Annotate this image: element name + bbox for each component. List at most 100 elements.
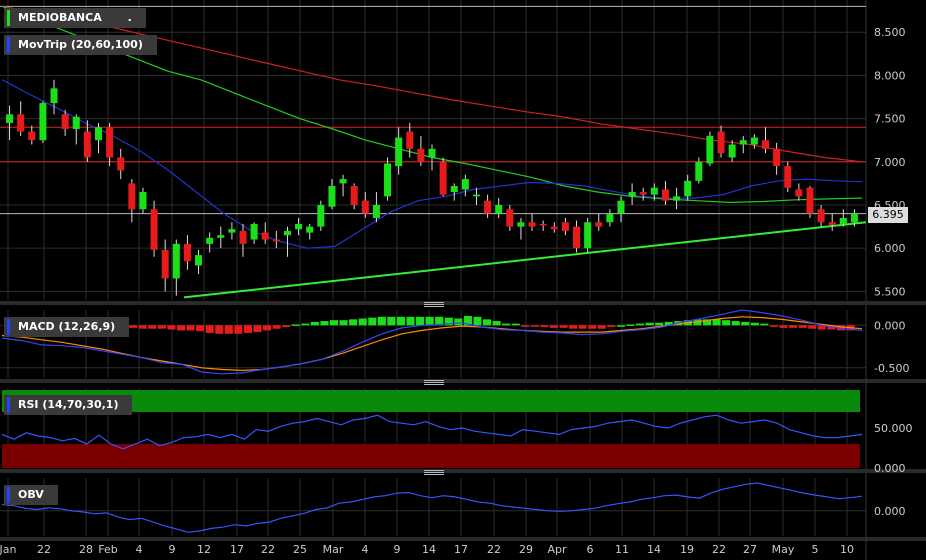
panel-title-macd[interactable]: MACD (12,26,9)	[4, 317, 130, 337]
candle-body	[117, 157, 125, 171]
candle-body	[495, 204, 503, 214]
x-tick-label: 27	[743, 543, 757, 556]
macd-histogram-bar	[559, 325, 568, 328]
macd-histogram-bar	[769, 325, 778, 327]
candle-body	[484, 200, 492, 214]
candle-body	[595, 222, 603, 227]
x-tick-label: 14	[647, 543, 661, 556]
macd-histogram-bar	[253, 325, 262, 333]
macd-histogram-bar	[310, 321, 319, 326]
candle-body	[128, 183, 136, 210]
macd-histogram-bar	[186, 325, 195, 331]
candle-body	[406, 131, 414, 149]
candle-body	[28, 131, 36, 141]
macd-histogram-bar	[167, 325, 176, 330]
candle-body	[195, 255, 203, 266]
candle-body	[606, 213, 614, 223]
candle-body	[94, 127, 102, 141]
y-tick-label: 0.000	[874, 505, 906, 518]
macd-histogram-bar	[636, 323, 645, 326]
candle-body	[617, 200, 625, 214]
macd-histogram-bar	[741, 321, 750, 326]
candle-body	[150, 209, 158, 250]
macd-histogram-bar	[301, 323, 310, 326]
candle-body	[172, 243, 180, 279]
x-tick-label: 22	[261, 543, 275, 556]
candle-body	[817, 209, 825, 223]
macd-histogram-bar	[549, 325, 559, 328]
candle-body	[728, 144, 736, 158]
macd-histogram-bar	[416, 316, 425, 326]
panel-resize-handle[interactable]	[424, 380, 444, 386]
candle-body	[795, 189, 803, 197]
macd-histogram-bar	[712, 319, 721, 326]
candle-body	[506, 209, 514, 227]
x-tick-label: 12	[197, 543, 211, 556]
candle-body	[250, 223, 258, 240]
x-tick-label: 4	[362, 543, 369, 556]
macd-histogram-bar	[329, 320, 339, 326]
candle-body	[6, 114, 14, 123]
macd-histogram-bar	[263, 325, 272, 331]
candle-body	[850, 213, 858, 223]
candle-body	[784, 166, 792, 188]
macd-histogram-bar	[349, 319, 358, 326]
overlay-label-movtrip[interactable]: MovTrip (20,60,100)	[4, 35, 157, 55]
x-tick-label: 25	[293, 543, 307, 556]
macd-histogram-bar	[655, 322, 664, 326]
macd-histogram-bar	[578, 325, 587, 329]
panel-resize-handle[interactable]	[424, 470, 444, 476]
macd-histogram-bar	[148, 325, 157, 329]
macd-histogram-bar	[616, 325, 625, 327]
macd-histogram-bar	[157, 325, 166, 329]
macd-histogram-bar	[425, 316, 434, 326]
macd-histogram-bar	[645, 322, 654, 326]
candle-body	[139, 192, 147, 210]
macd-histogram-bar	[291, 324, 300, 326]
candle-body	[283, 230, 291, 236]
macd-histogram-bar	[129, 325, 138, 328]
macd-histogram-bar	[483, 319, 492, 326]
candle-body	[461, 179, 469, 190]
macd-histogram-bar	[224, 325, 233, 334]
panel-separator	[0, 537, 926, 541]
candle-body	[228, 229, 236, 233]
candle-body	[372, 204, 380, 218]
candle-body	[773, 148, 781, 167]
macd-histogram-bar	[377, 316, 386, 326]
candle-body	[161, 249, 169, 279]
candle-body	[328, 185, 336, 207]
panel-separator	[0, 301, 926, 305]
candle-body	[306, 226, 314, 233]
macd-histogram-bar	[597, 325, 606, 329]
macd-histogram-bar	[234, 325, 243, 334]
macd-histogram-bar	[731, 321, 740, 326]
x-tick-label: Apr	[547, 543, 567, 556]
x-tick-label: 9	[169, 543, 176, 556]
candle-body	[350, 185, 358, 205]
y-tick-label: 7.000	[874, 156, 906, 169]
macd-histogram-bar	[750, 322, 759, 326]
y-tick-label: 50.000	[874, 422, 913, 435]
x-tick-label: 9	[394, 543, 401, 556]
macd-histogram-bar	[272, 325, 281, 329]
panel-title-price[interactable]: MEDIOBANCA .	[4, 8, 146, 28]
candle-body	[472, 194, 480, 197]
stock-chart: Jan 22 28 Feb 4 9 12 17 22 25 Mar 4 9 14 17 22 29 Apr 6 11 1…	[0, 0, 926, 560]
obv-line	[1, 482, 863, 533]
y-tick-label: 5.500	[874, 285, 906, 298]
x-tick-label: 28	[79, 543, 93, 556]
candle-body	[339, 179, 347, 184]
rsi-oversold-zone	[2, 444, 860, 468]
x-tick-label: Feb	[98, 543, 117, 556]
macd-histogram-bar	[282, 325, 291, 327]
x-tick-label: Jan	[0, 543, 17, 556]
panel-title-obv[interactable]: OBV	[4, 485, 58, 505]
candle-body	[61, 114, 69, 129]
candle-body	[295, 223, 303, 230]
candle-body	[673, 196, 681, 201]
candle-body	[684, 180, 692, 197]
panel-separator	[0, 469, 926, 473]
panel-title-rsi[interactable]: RSI (14,70,30,1)	[4, 395, 133, 415]
panel-resize-handle[interactable]	[424, 302, 444, 308]
